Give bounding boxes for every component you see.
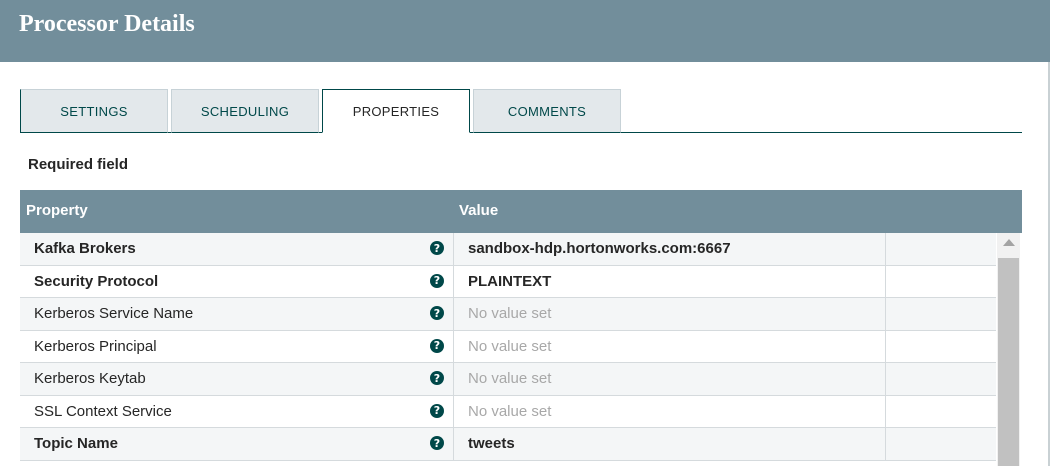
tab-settings[interactable]: SETTINGS <box>20 89 168 133</box>
table-row[interactable]: Topic Name? tweets <box>20 428 996 461</box>
tab-bar: SETTINGS SCHEDULING PROPERTIES COMMENTS <box>20 89 1022 133</box>
property-value-cell[interactable]: tweets <box>454 428 886 460</box>
property-name: Kerberos Service Name <box>34 305 194 323</box>
property-name: Kerberos Principal <box>34 337 157 355</box>
row-actions-cell <box>886 298 996 330</box>
property-value-cell[interactable]: No value set <box>454 298 886 330</box>
row-actions-cell <box>886 428 996 460</box>
property-name-cell: Kerberos Service Name? <box>20 298 454 330</box>
no-value-placeholder: No value set <box>468 305 552 323</box>
tab-properties[interactable]: PROPERTIES <box>322 89 470 133</box>
tab-properties-label: PROPERTIES <box>352 103 440 119</box>
required-field-label: Required field <box>28 156 129 173</box>
tab-comments[interactable]: COMMENTS <box>473 89 621 133</box>
property-name-cell: Topic Name? <box>20 428 454 460</box>
processor-details-dialog: Processor Details SETTINGS SCHEDULING PR… <box>0 0 1050 466</box>
tab-scheduling[interactable]: SCHEDULING <box>171 89 319 133</box>
scroll-up-arrow-icon[interactable] <box>1003 239 1015 246</box>
table-row[interactable]: Kerberos Service Name? No value set <box>20 298 996 331</box>
property-name: Topic Name <box>34 435 118 453</box>
no-value-placeholder: No value set <box>468 370 552 388</box>
table-row[interactable]: SSL Context Service? No value set <box>20 395 996 428</box>
question-circle-icon[interactable]: ? <box>430 241 444 255</box>
row-actions-cell <box>886 363 996 395</box>
property-value: sandbox-hdp.hortonworks.com:6667 <box>468 240 731 258</box>
dialog-title: Processor Details <box>19 11 195 37</box>
property-name-cell: Kerberos Principal? <box>20 330 454 362</box>
tab-scheduling-label: SCHEDULING <box>200 103 290 119</box>
property-name: Kerberos Keytab <box>34 370 146 388</box>
no-value-placeholder: No value set <box>468 402 552 420</box>
table-row[interactable]: Kafka Brokers? sandbox-hdp.hortonworks.co… <box>20 233 996 266</box>
property-name: Kafka Brokers <box>34 240 136 258</box>
property-value-cell[interactable]: No value set <box>454 395 886 427</box>
property-name-cell: Kerberos Keytab? <box>20 363 454 395</box>
column-header-value[interactable]: Value <box>459 202 498 219</box>
property-value-cell[interactable]: sandbox-hdp.hortonworks.com:6667 <box>454 233 886 265</box>
row-actions-cell <box>886 396 996 428</box>
property-value: tweets <box>468 435 515 453</box>
row-actions-cell <box>886 266 996 298</box>
table-body: Kafka Brokers? sandbox-hdp.hortonworks.co… <box>20 233 996 461</box>
property-name: SSL Context Service <box>34 402 172 420</box>
question-circle-icon[interactable]: ? <box>430 306 444 320</box>
property-value-cell[interactable]: PLAINTEXT <box>454 265 886 297</box>
property-name-cell: Security Protocol? <box>20 265 454 297</box>
question-circle-icon[interactable]: ? <box>430 371 444 385</box>
table-row[interactable]: Security Protocol? PLAINTEXT <box>20 265 996 298</box>
table-row[interactable]: Kerberos Principal? No value set <box>20 330 996 363</box>
dialog-header: Processor Details <box>0 0 1050 62</box>
no-value-placeholder: No value set <box>468 337 552 355</box>
question-circle-icon[interactable]: ? <box>430 403 444 418</box>
column-header-property[interactable]: Property <box>26 202 88 219</box>
question-circle-icon[interactable]: ? <box>430 338 444 353</box>
vertical-scrollbar[interactable] <box>997 233 1020 466</box>
table-header: Property Value <box>20 190 1022 233</box>
row-actions-cell <box>886 331 996 363</box>
property-name-cell: Kafka Brokers? <box>20 233 454 265</box>
scrollbar-thumb[interactable] <box>998 258 1019 466</box>
property-name-cell: SSL Context Service? <box>20 395 454 427</box>
property-name: Security Protocol <box>34 272 159 290</box>
properties-table: Property Value Kafka Brokers? sandbox-hdp… <box>20 190 1022 466</box>
property-value-cell[interactable]: No value set <box>454 330 886 362</box>
property-value-cell[interactable]: No value set <box>454 363 886 395</box>
property-value: PLAINTEXT <box>468 272 552 290</box>
question-circle-icon[interactable]: ? <box>430 273 444 288</box>
question-circle-icon[interactable]: ? <box>430 436 444 450</box>
tab-comments-label: COMMENTS <box>507 103 587 119</box>
row-actions-cell <box>886 233 996 265</box>
table-row[interactable]: Kerberos Keytab? No value set <box>20 363 996 396</box>
tab-settings-label: SETTINGS <box>60 103 128 119</box>
